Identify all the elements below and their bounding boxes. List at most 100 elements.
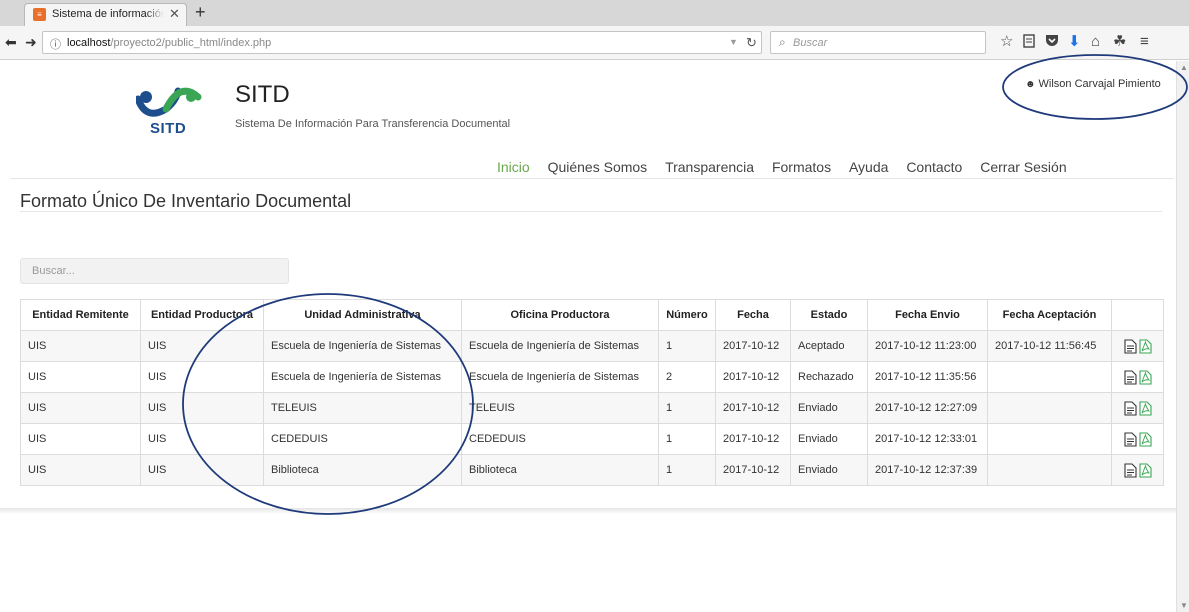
address-bar[interactable]: ⓘ localhost/proyecto2/public_html/index.…	[42, 31, 762, 54]
search-icon: ⌕	[779, 35, 786, 49]
download-icon[interactable]: ⬇	[1068, 34, 1081, 50]
column-header[interactable]: Oficina Productora	[461, 299, 659, 331]
table-search-input[interactable]	[21, 259, 288, 283]
info-icon[interactable]: ⓘ	[50, 36, 61, 52]
reload-icon[interactable]: ↻	[746, 35, 757, 51]
pdf-icon[interactable]	[1138, 462, 1152, 478]
column-header[interactable]: Número	[658, 299, 716, 331]
pocket-icon[interactable]	[1045, 34, 1059, 51]
column-header[interactable]: Entidad Productora	[140, 299, 264, 331]
cell-entidad-productora: UIS	[140, 454, 264, 486]
pdf-icon[interactable]	[1138, 400, 1152, 416]
menu-item-inicio[interactable]: Inicio	[497, 159, 530, 175]
cell-fecha-aceptacion	[987, 423, 1112, 455]
document-icon[interactable]	[1123, 462, 1137, 478]
header-divider	[10, 178, 1174, 179]
new-tab-button[interactable]: +	[195, 2, 206, 23]
cell-entidad-productora: UIS	[140, 423, 264, 455]
document-icon[interactable]	[1123, 338, 1137, 354]
cell-fecha: 2017-10-12	[715, 330, 791, 362]
table-row: UIS UIS Biblioteca Biblioteca 1 2017-10-12 Env…	[20, 454, 1164, 486]
document-icon[interactable]	[1123, 431, 1137, 447]
menu-item-contacto[interactable]: Contacto	[906, 159, 962, 175]
browser-tab[interactable]: ≡ Sistema de información par ✕	[24, 3, 187, 26]
cell-unidad-administrativa: CEDEDUIS	[263, 423, 462, 455]
browser-tab-bar: ≡ Sistema de información par ✕ +	[0, 0, 1189, 26]
table-row: UIS UIS CEDEDUIS CEDEDUIS 1 2017-10-12 Enviado…	[20, 423, 1164, 455]
pdf-icon[interactable]	[1138, 431, 1152, 447]
cell-numero: 2	[658, 361, 716, 393]
cell-unidad-administrativa: Biblioteca	[263, 454, 462, 486]
site-subtitle: Sistema De Información Para Transferenci…	[235, 118, 511, 130]
cell-actions	[1111, 454, 1164, 486]
cell-fecha-aceptacion: 2017-10-12 11:56:45	[987, 330, 1112, 362]
cell-fecha-aceptacion	[987, 361, 1112, 393]
cell-fecha: 2017-10-12	[715, 423, 791, 455]
table-row: UIS UIS Escuela de Ingeniería de Sistemas E…	[20, 361, 1164, 393]
table-row: UIS UIS TELEUIS TELEUIS 1 2017-10-12 Enviado 20…	[20, 392, 1164, 424]
bookmark-star-icon[interactable]: ☆	[1000, 34, 1013, 50]
cell-actions	[1111, 392, 1164, 424]
cell-estado: Rechazado	[790, 361, 868, 393]
column-header[interactable]: Fecha Envio	[867, 299, 988, 331]
cell-entidad-remitente: UIS	[20, 330, 141, 362]
cell-estado: Enviado	[790, 423, 868, 455]
back-arrow-icon[interactable]: ⬅	[5, 34, 17, 51]
forward-arrow-icon[interactable]: ➜	[25, 34, 37, 51]
cell-entidad-productora: UIS	[140, 361, 264, 393]
scroll-down-icon[interactable]: ▼	[1180, 601, 1188, 610]
cell-actions	[1111, 361, 1164, 393]
inventory-table: Entidad Remitente Entidad Productora Uni…	[20, 299, 1164, 486]
site-name: SITD	[235, 81, 290, 108]
page-scrollbar[interactable]: ▲ ▼	[1176, 61, 1189, 612]
browser-search-bar[interactable]: ⌕ Buscar	[770, 31, 986, 54]
cell-oficina-productora: TELEUIS	[461, 392, 659, 424]
column-header[interactable]: Unidad Administrativa	[263, 299, 462, 331]
cell-fecha-envio: 2017-10-12 11:35:56	[867, 361, 988, 393]
cell-oficina-productora: Biblioteca	[461, 454, 659, 486]
document-icon[interactable]	[1123, 369, 1137, 385]
scroll-up-icon[interactable]: ▲	[1180, 63, 1188, 72]
page-title: Formato Único De Inventario Documental	[20, 191, 352, 211]
reading-list-icon[interactable]	[1023, 34, 1035, 52]
document-icon[interactable]	[1123, 400, 1137, 416]
cell-entidad-productora: UIS	[140, 330, 264, 362]
column-header[interactable]: Fecha	[715, 299, 791, 331]
column-header[interactable]: Estado	[790, 299, 868, 331]
user-icon: ☻	[1025, 79, 1036, 90]
pdf-icon[interactable]	[1138, 338, 1152, 354]
column-header[interactable]: Fecha Aceptación	[987, 299, 1112, 331]
cell-actions	[1111, 330, 1164, 362]
user-menu[interactable]: ☻ Wilson Carvajal Pimiento	[1025, 78, 1161, 90]
cell-fecha: 2017-10-12	[715, 361, 791, 393]
cell-entidad-productora: UIS	[140, 392, 264, 424]
home-icon[interactable]: ⌂	[1091, 34, 1100, 50]
cell-fecha-envio: 2017-10-12 12:37:39	[867, 454, 988, 486]
cell-fecha-aceptacion	[987, 454, 1112, 486]
cell-numero: 1	[658, 423, 716, 455]
hamburger-menu-icon[interactable]: ≡	[1140, 34, 1149, 50]
menu-item-quienes-somos[interactable]: Quiénes Somos	[548, 159, 648, 175]
tab-close-icon[interactable]: ✕	[169, 6, 180, 22]
pdf-icon[interactable]	[1138, 369, 1152, 385]
extension-icon[interactable]: ☘	[1113, 34, 1126, 50]
cell-estado: Enviado	[790, 392, 868, 424]
menu-item-cerrar-sesion[interactable]: Cerrar Sesión	[980, 159, 1066, 175]
logo-text: SITD	[150, 120, 187, 137]
menu-item-ayuda[interactable]: Ayuda	[849, 159, 888, 175]
url-text[interactable]: localhost/proyecto2/public_html/index.ph…	[67, 37, 271, 49]
menu-item-formatos[interactable]: Formatos	[772, 159, 831, 175]
cell-estado: Enviado	[790, 454, 868, 486]
url-dropdown-icon[interactable]: ▼	[729, 37, 738, 47]
cell-fecha: 2017-10-12	[715, 454, 791, 486]
menu-item-transparencia[interactable]: Transparencia	[665, 159, 754, 175]
column-header[interactable]: Entidad Remitente	[20, 299, 141, 331]
user-name: Wilson Carvajal Pimiento	[1038, 78, 1161, 90]
title-divider	[20, 211, 1162, 212]
cell-numero: 1	[658, 392, 716, 424]
main-menu: Inicio Quiénes Somos Transparencia Forma…	[497, 159, 1081, 175]
content-bottom-divider	[0, 508, 1176, 514]
column-header-actions	[1111, 299, 1164, 331]
cell-fecha-envio: 2017-10-12 12:27:09	[867, 392, 988, 424]
cell-estado: Aceptado	[790, 330, 868, 362]
